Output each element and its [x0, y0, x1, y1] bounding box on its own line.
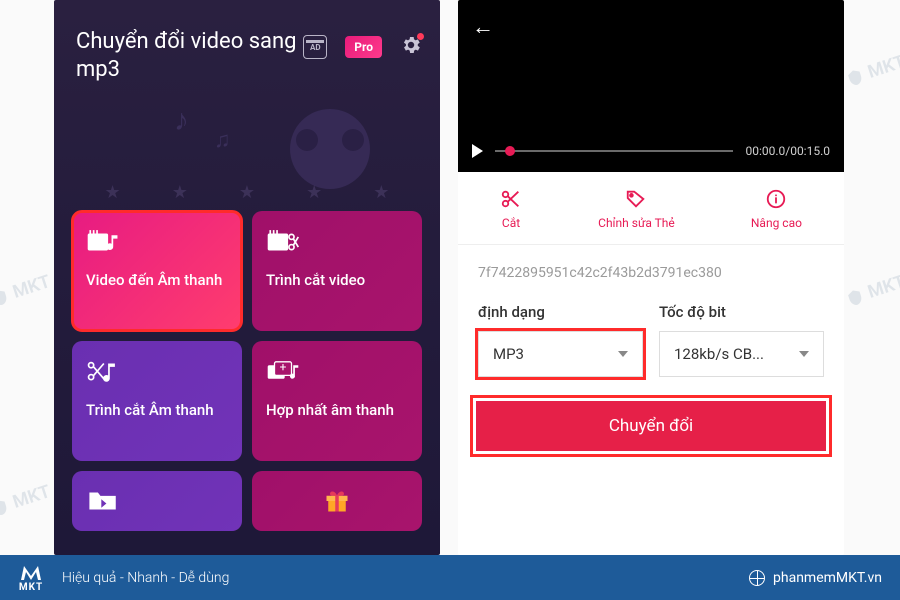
filename-text: 7f7422895951c42c2f43b2d3791ec380 — [458, 245, 844, 289]
tile-audio-merger[interactable]: + Hợp nhất âm thanh — [252, 341, 422, 461]
video-cut-icon — [266, 227, 300, 257]
tile-video-cutter[interactable]: Trình cắt video — [252, 211, 422, 331]
tile-label: Hợp nhất âm thanh — [266, 401, 408, 420]
dropdown-caret-icon — [799, 351, 809, 357]
play-button-icon[interactable] — [472, 144, 483, 158]
convert-button[interactable]: Chuyển đổi — [476, 401, 826, 451]
audio-merge-icon: + — [266, 357, 300, 387]
tool-advanced[interactable]: Nâng cao — [751, 188, 802, 230]
scissors-icon — [500, 188, 522, 210]
svg-text:+: + — [280, 360, 287, 374]
bitrate-label: Tốc độ bit — [659, 303, 824, 321]
tag-icon — [625, 188, 647, 210]
video-audio-icon — [86, 227, 120, 257]
tile-folder[interactable] — [72, 471, 242, 531]
ad-icon[interactable]: AD — [303, 35, 327, 59]
footer-logo: MKT — [18, 562, 44, 593]
settings-gear-icon[interactable] — [400, 34, 422, 60]
tile-gift[interactable] — [252, 471, 422, 531]
footer-bar: MKT Hiệu quả - Nhanh - Dễ dùng phanmemMK… — [0, 555, 900, 600]
video-preview: ← 00:00.0/00:15.0 — [458, 0, 844, 172]
tile-label: Trình cắt video — [266, 271, 408, 290]
pro-badge[interactable]: Pro — [345, 36, 382, 58]
tile-video-to-audio[interactable]: Video đến Âm thanh — [72, 211, 242, 331]
audio-cut-icon — [86, 357, 120, 387]
progress-thumb[interactable] — [505, 146, 515, 156]
tool-edit-tag[interactable]: Chỉnh sửa Thẻ — [598, 188, 675, 230]
back-arrow-icon[interactable]: ← — [472, 14, 830, 40]
decorative-header: ♪ ♫ ★★★★★ — [54, 91, 440, 211]
tool-cut[interactable]: Cắt — [500, 188, 522, 230]
footer-slogan: Hiệu quả - Nhanh - Dễ dùng — [62, 570, 229, 586]
notification-dot — [417, 33, 424, 40]
tile-audio-cutter[interactable]: Trình cắt Âm thanh — [72, 341, 242, 461]
dropdown-caret-icon — [618, 351, 628, 357]
app-title: Chuyển đổi video sang mp3 — [76, 28, 303, 83]
format-label: định dạng — [478, 303, 643, 321]
left-screenshot: Chuyển đổi video sang mp3 AD Pro ♪ ♫ ★★★… — [54, 0, 440, 555]
folder-icon — [86, 487, 120, 515]
info-icon — [765, 188, 787, 210]
playback-time: 00:00.0/00:15.0 — [745, 144, 830, 158]
tile-label: Trình cắt Âm thanh — [86, 401, 228, 420]
gift-icon — [320, 487, 354, 515]
right-screenshot: ← 00:00.0/00:15.0 Cắt Chỉnh sửa Thẻ — [458, 0, 844, 555]
bitrate-select[interactable]: 128kb/s CB... — [659, 331, 824, 377]
globe-icon — [749, 570, 765, 586]
tile-label: Video đến Âm thanh — [86, 271, 228, 290]
format-select[interactable]: MP3 — [478, 331, 643, 377]
footer-url[interactable]: phanmemMKT.vn — [749, 570, 882, 586]
progress-track[interactable] — [495, 150, 733, 152]
